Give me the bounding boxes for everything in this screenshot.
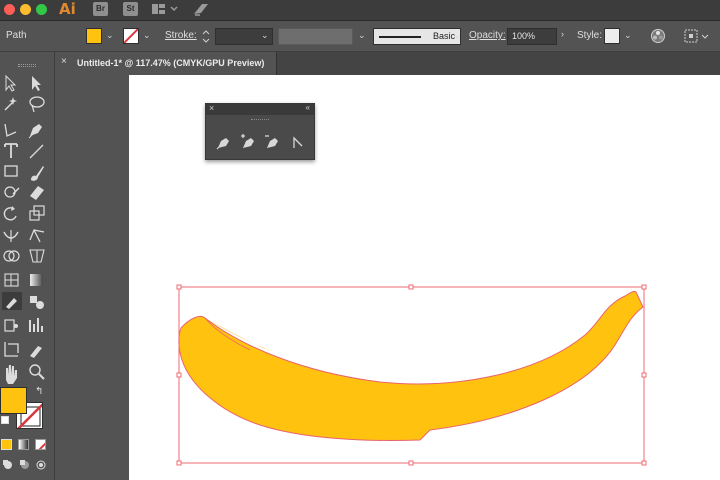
gradient-tool-icon[interactable] [30, 274, 43, 286]
eyedropper-tool-icon[interactable] [2, 292, 22, 310]
type-tool-icon[interactable] [4, 143, 18, 158]
lasso-tool-icon[interactable] [29, 96, 45, 113]
pen-tool-icon[interactable] [4, 123, 17, 137]
swap-fill-stroke-icon[interactable]: ↰ [35, 386, 43, 397]
gradient-mode-button[interactable] [18, 439, 29, 450]
handle-bottom-right[interactable] [641, 460, 647, 466]
eraser-tool-icon[interactable] [30, 186, 44, 200]
width-tool-icon[interactable] [3, 230, 19, 242]
selection-tool-icon[interactable] [5, 74, 17, 92]
none-slash-icon [38, 442, 45, 449]
anchor-point-tool-icon[interactable] [288, 132, 308, 152]
free-transform-tool-icon[interactable] [29, 229, 45, 243]
none-mode-button[interactable] [35, 439, 46, 450]
draw-normal-icon[interactable] [3, 460, 12, 469]
blend-tool-icon[interactable] [30, 296, 44, 309]
mesh-tool-icon[interactable] [4, 273, 19, 287]
collapse-panel-icon[interactable]: « [306, 103, 310, 112]
curvature-tool-icon[interactable] [28, 124, 42, 139]
line-segment-tool-icon[interactable] [29, 144, 44, 159]
toolbox-fill-swatch-front[interactable] [0, 387, 27, 414]
panel-grip[interactable] [251, 119, 269, 121]
symbol-sprayer-tool-icon[interactable] [4, 319, 18, 332]
perspective-grid-tool-icon[interactable] [29, 249, 45, 263]
delete-anchor-point-tool-icon[interactable] [262, 132, 282, 152]
handle-bottom-left[interactable] [176, 460, 182, 466]
handle-top-center[interactable] [408, 284, 414, 290]
hand-tool-icon[interactable] [6, 365, 17, 384]
magic-wand-tool-icon[interactable] [4, 97, 17, 111]
draw-mode-buttons [3, 460, 46, 470]
rectangle-tool-icon[interactable] [4, 165, 18, 177]
handle-middle-left[interactable] [176, 372, 182, 378]
handle-bottom-center[interactable] [408, 460, 414, 466]
shape-builder-tool-icon[interactable] [3, 250, 20, 262]
color-mode-button[interactable] [1, 439, 12, 450]
paintbrush-tool-icon[interactable] [31, 166, 44, 181]
column-graph-tool-icon[interactable] [29, 318, 43, 332]
draw-behind-icon[interactable] [20, 460, 29, 469]
handle-middle-right[interactable] [641, 372, 647, 378]
direct-selection-tool-icon[interactable] [32, 76, 41, 91]
artboard-tool-icon[interactable] [4, 342, 19, 357]
rotate-tool-icon[interactable] [3, 206, 17, 221]
canvas-artwork-layer [176, 284, 647, 466]
pen-tools-panel: × « [205, 103, 315, 160]
handle-top-left[interactable] [176, 284, 182, 290]
banana-shape[interactable] [178, 290, 644, 441]
scale-tool-icon[interactable] [29, 205, 45, 221]
add-anchor-point-tool-icon[interactable] [238, 132, 258, 152]
shaper-tool-icon[interactable] [4, 186, 20, 198]
pen-panel-header[interactable]: × « [206, 103, 314, 115]
default-fill-stroke-icon[interactable] [1, 416, 9, 424]
close-panel-icon[interactable]: × [209, 103, 214, 113]
zoom-tool-icon[interactable] [29, 364, 45, 380]
slice-tool-icon[interactable] [30, 346, 42, 358]
pen-tool-icon[interactable] [214, 132, 234, 152]
illustrator-window: Ai Br St Path ⌄ ⌄ Stroke: ⌄ ⌄ Basic ⌄ Op… [0, 0, 720, 480]
handle-top-right[interactable] [641, 284, 647, 290]
draw-inside-icon[interactable] [36, 460, 46, 470]
